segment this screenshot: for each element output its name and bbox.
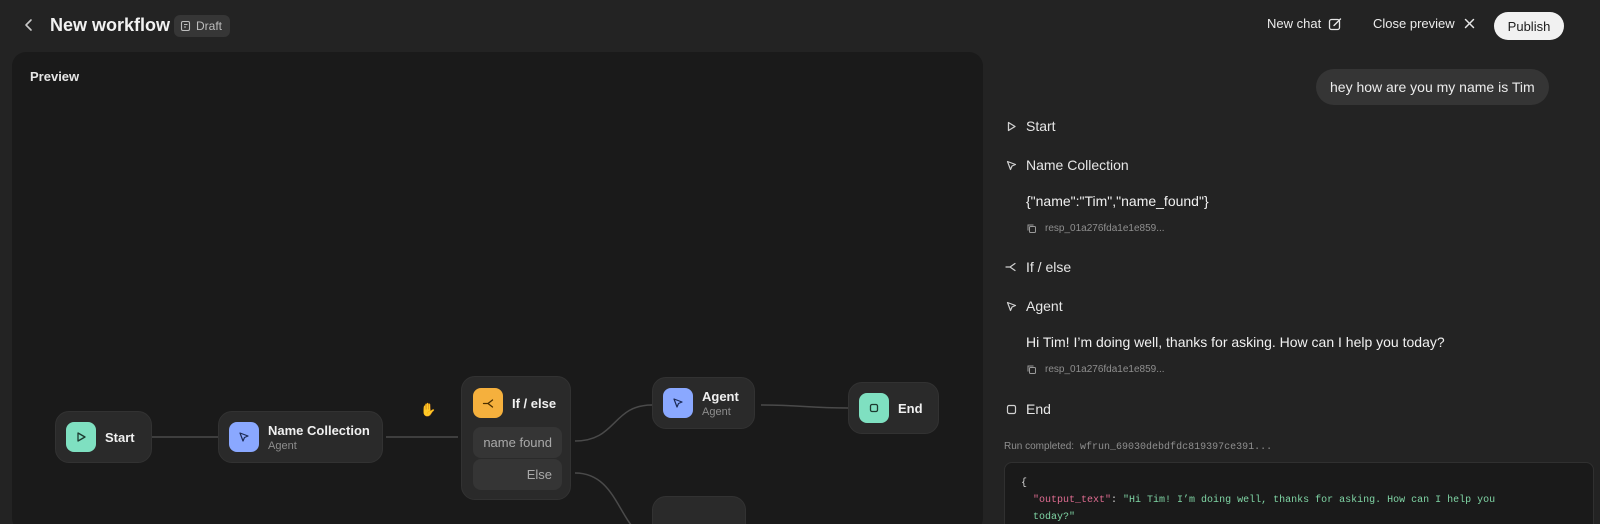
response-id-copy[interactable]: resp_01a276fda1e1e859...: [1026, 223, 1165, 234]
workflow-node-agent[interactable]: Agent Agent: [652, 377, 755, 429]
run-step-name-collection[interactable]: Name Collection: [1005, 157, 1129, 173]
run-step-if-else[interactable]: If / else: [1005, 259, 1071, 275]
run-step-start[interactable]: Start: [1005, 118, 1056, 134]
node-title: If / else: [512, 395, 557, 411]
run-id[interactable]: wfrun_69030debdfdc819397ce391...: [1080, 442, 1272, 453]
step-output: {"name":"Tim","name_found"}: [1026, 193, 1209, 209]
run-step-label: Start: [1026, 118, 1056, 134]
node-subtitle: Agent: [702, 405, 731, 418]
cursor-arrow-icon: [1005, 159, 1017, 171]
node-texts: Start: [105, 430, 135, 445]
stop-square-icon: [859, 393, 889, 423]
cursor-arrow-icon: [663, 388, 693, 418]
user-message-bubble: hey how are you my name is Tim: [1316, 69, 1549, 105]
run-step-label: End: [1026, 401, 1051, 417]
node-title: End: [898, 400, 923, 416]
workflow-node-end[interactable]: End: [848, 382, 939, 434]
code-line: {: [1021, 478, 1028, 489]
edge-else-branch: [574, 472, 632, 524]
play-icon: [66, 422, 96, 452]
response-id-copy[interactable]: resp_01a276fda1e1e859...: [1026, 364, 1165, 375]
close-icon: [1464, 18, 1474, 29]
node-title: Agent: [702, 388, 739, 404]
copy-icon: [1027, 365, 1036, 374]
edge-name-found-to-agent: [574, 404, 653, 442]
run-step-agent[interactable]: Agent: [1005, 298, 1063, 314]
code-string: "Hi Tim! I’m doing well, thanks for aski…: [1123, 495, 1496, 506]
close-preview-label: Close preview: [1373, 16, 1455, 31]
chevron-left-icon: [25, 19, 32, 31]
node-texts: End: [898, 401, 923, 416]
output-json-block[interactable]: { "output_text": "Hi Tim! I’m doing well…: [1004, 462, 1594, 524]
status-badge-label: Draft: [196, 19, 223, 33]
page-title: New workflow: [50, 15, 171, 35]
run-completed-label: Run completed:: [1004, 441, 1075, 452]
publish-button[interactable]: Publish: [1494, 12, 1564, 40]
code-line: today?": [1021, 509, 1577, 524]
node-title: Name Collection: [268, 422, 370, 438]
cursor-arrow-icon: [229, 422, 259, 452]
node-title: Start: [105, 429, 135, 445]
code-string: today?": [1033, 512, 1076, 523]
code-line: "output_text": "Hi Tim! I’m doing well, …: [1033, 495, 1496, 506]
copy-icon: [1027, 224, 1036, 233]
workflow-node-start[interactable]: Start: [55, 411, 152, 463]
workflow-node-name-collection[interactable]: Name Collection Agent: [218, 411, 383, 463]
node-subtitle: Agent: [268, 439, 297, 452]
status-badge: Draft: [174, 15, 231, 37]
condition-else[interactable]: Else: [473, 459, 562, 490]
node-texts: Agent Agent: [702, 389, 739, 418]
close-preview-button[interactable]: Close preview: [1373, 16, 1475, 31]
chat-panel: hey how are you my name is Tim Start Nam…: [983, 52, 1600, 524]
run-step-label: Agent: [1026, 298, 1063, 314]
stop-square-icon: [1005, 403, 1017, 415]
run-step-end[interactable]: End: [1005, 401, 1051, 417]
cursor-arrow-icon: [1005, 300, 1017, 312]
condition-name-found[interactable]: name found: [473, 427, 562, 458]
edit-doc-icon: [180, 20, 191, 32]
hand-cursor-icon: ✋: [420, 402, 437, 417]
play-icon: [1005, 120, 1017, 132]
run-step-label: Name Collection: [1026, 157, 1129, 173]
code-key: "output_text": [1033, 495, 1112, 506]
response-id: resp_01a276fda1e1e859...: [1045, 364, 1165, 375]
branch-icon: [473, 388, 503, 418]
edge-agent-to-end: [760, 404, 849, 409]
new-chat-button[interactable]: New chat: [1267, 16, 1342, 31]
step-output: Hi Tim! I’m doing well, thanks for askin…: [1026, 334, 1445, 350]
node-texts: Name Collection Agent: [268, 423, 370, 452]
if-else-header: If / else: [473, 388, 556, 418]
top-bar: New workflow Draft New chat Close previe…: [0, 0, 1600, 52]
new-chat-label: New chat: [1267, 16, 1322, 31]
back-button[interactable]: [18, 14, 40, 36]
workflow-node-partial[interactable]: [652, 496, 746, 524]
compose-icon: [1329, 17, 1342, 30]
workflow-preview-canvas[interactable]: Preview Start Name Collection Agent If /…: [12, 52, 983, 524]
run-step-label: If / else: [1026, 259, 1072, 275]
workflow-node-if-else[interactable]: If / else name found Else: [461, 376, 571, 500]
response-id: resp_01a276fda1e1e859...: [1045, 223, 1165, 234]
branch-icon: [1005, 261, 1017, 273]
run-completed-line: Run completed: wfrun_69030debdfdc819397ce…: [1004, 441, 1272, 453]
